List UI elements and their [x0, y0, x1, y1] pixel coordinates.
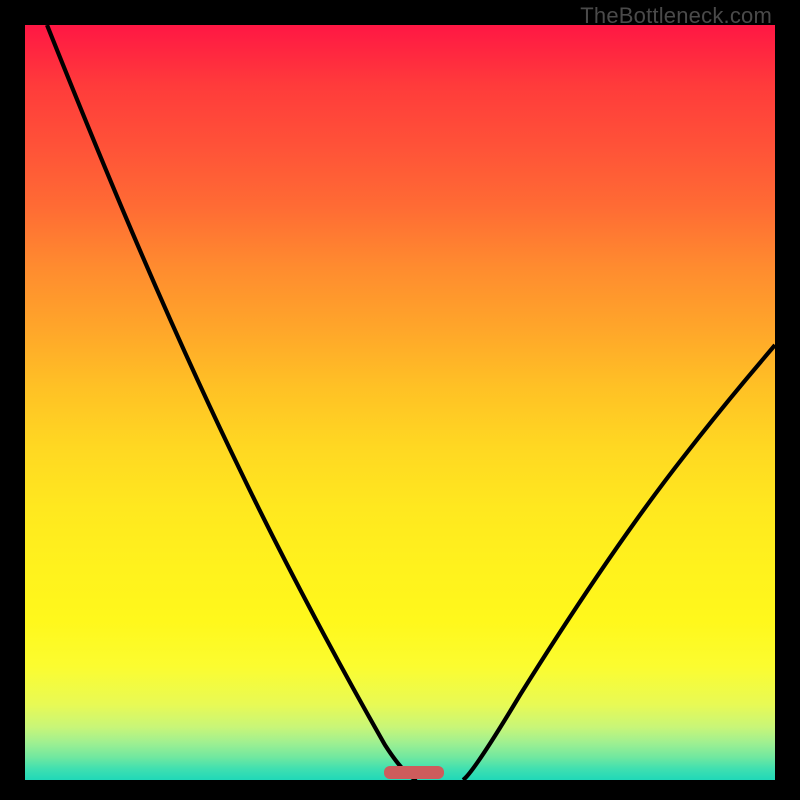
bottleneck-marker: [384, 766, 444, 779]
attribution-text: TheBottleneck.com: [580, 3, 772, 29]
chart-container: TheBottleneck.com: [0, 0, 800, 800]
plot-area: [25, 25, 775, 780]
